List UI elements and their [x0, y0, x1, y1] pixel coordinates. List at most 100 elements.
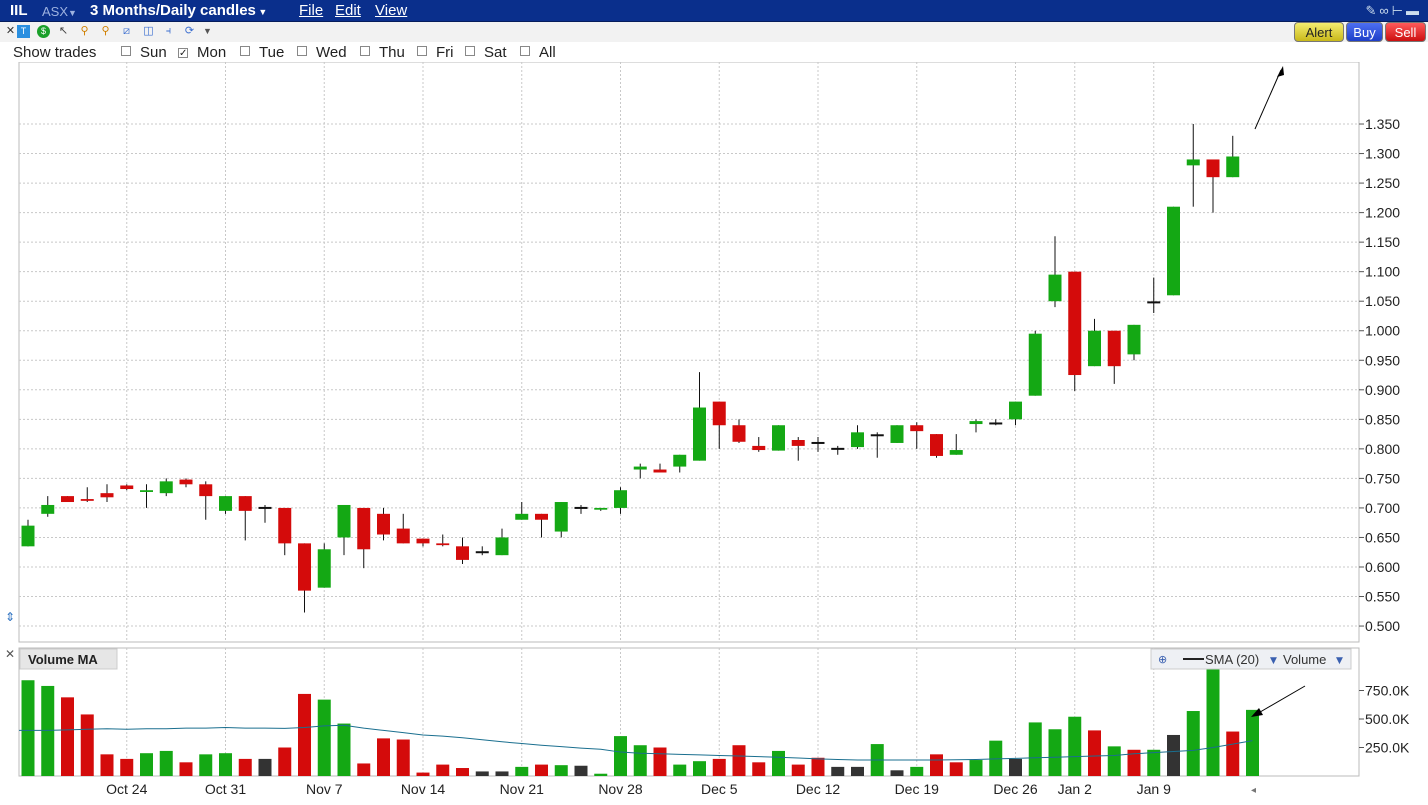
checkbox-thu[interactable]: Thu — [360, 44, 405, 61]
volume-bar — [614, 736, 627, 776]
candle-body — [21, 525, 35, 547]
chevron-down-icon[interactable]: ▼ — [1336, 656, 1343, 666]
volume-bar — [1226, 731, 1240, 776]
exchange-selector[interactable]: ASX▼ — [42, 4, 77, 19]
volume-bar — [1167, 734, 1180, 776]
candle-body — [396, 528, 410, 544]
volume-bar — [258, 758, 272, 776]
refresh-icon[interactable]: ⟳ — [183, 25, 196, 38]
chart-toolbar: ✕ T $ ↖ ⚲ ⚲ ⧄ ◫ ⫞ ⟳ ▼ — [0, 22, 1428, 42]
price-tick-label: 1.150 — [1365, 234, 1400, 250]
checkbox-fri[interactable]: Fri — [417, 44, 454, 61]
volume-bar — [1048, 729, 1062, 776]
menu-file[interactable]: File — [299, 2, 323, 19]
volume-bar — [337, 723, 351, 776]
text-icon[interactable]: T — [17, 25, 30, 38]
price-tick-label: 1.050 — [1365, 293, 1400, 309]
zoom-in-icon[interactable]: ⚲ — [78, 25, 91, 38]
volume-bar — [594, 773, 608, 776]
date-tick-label: Nov 21 — [500, 781, 545, 797]
pin-icon[interactable]: ⊢ — [1392, 3, 1406, 18]
sell-button[interactable]: Sell — [1385, 22, 1426, 42]
checkbox-mon[interactable]: ✓ Mon — [178, 44, 226, 61]
price-tick-label: 1.300 — [1365, 146, 1400, 162]
period-selector[interactable]: 3 Months/Daily candles ▼ — [90, 2, 267, 19]
volume-tick-label: 500.0K — [1365, 711, 1410, 727]
zoom-out-icon[interactable]: ⚲ — [99, 25, 112, 38]
volume-bar — [357, 763, 371, 776]
checkbox-box — [360, 46, 370, 56]
price-tick-label: 0.650 — [1365, 529, 1400, 545]
candle-body — [357, 507, 371, 550]
chevron-down-icon[interactable]: ▼ — [1270, 656, 1277, 666]
candle-body — [1127, 324, 1141, 355]
date-tick-label: Jan 9 — [1137, 781, 1171, 797]
title-bar: IIL ASX▼ 3 Months/Daily candles ▼ File E… — [0, 0, 1428, 22]
candle-body — [594, 507, 608, 510]
close-icon[interactable]: ✕ — [4, 25, 17, 38]
checkbox-box — [121, 46, 131, 56]
volume-axis: 250.0K 500.0K 750.0K — [1359, 683, 1410, 756]
volume-bar — [80, 714, 94, 776]
price-tick-label: 0.900 — [1365, 382, 1400, 398]
wrench-icon[interactable]: ✎ — [1365, 3, 1379, 18]
buy-button[interactable]: Buy — [1346, 22, 1383, 42]
price-axis: 0.500 0.550 0.600 0.650 0.700 0.750 0.800 0.850… — [1359, 116, 1400, 634]
chevron-down-icon[interactable]: ▼ — [201, 25, 214, 38]
volume-bar — [673, 764, 687, 776]
minimize-icon[interactable]: ▬ — [1406, 3, 1422, 18]
alert-button[interactable]: Alert — [1294, 22, 1344, 42]
candle-body — [495, 537, 509, 556]
split-icon[interactable]: ◫ — [142, 25, 155, 38]
price-tick-label: 0.950 — [1365, 352, 1400, 368]
volume-bar — [317, 699, 331, 776]
link-icon[interactable]: ∞ — [1379, 3, 1391, 18]
checkbox-tue[interactable]: Tue — [240, 44, 284, 61]
crosshair-icon[interactable]: ⫞ — [162, 25, 175, 38]
volume-bar — [495, 771, 509, 776]
checkbox-sat[interactable]: Sat — [465, 44, 507, 61]
volume-bar — [890, 770, 904, 776]
volume-bar — [140, 753, 153, 776]
legend-settings-icon[interactable]: ⊕ — [1158, 653, 1167, 666]
volume-bar — [1186, 711, 1200, 776]
exchange-label: ASX — [42, 4, 69, 19]
checkbox-label: All — [539, 44, 556, 61]
candle-body — [1088, 330, 1101, 367]
volume-bar — [515, 766, 529, 776]
volume-bar — [772, 750, 785, 776]
legend-sma[interactable]: SMA (20) — [1205, 652, 1259, 667]
price-volume-chart[interactable]: 0.500 0.550 0.600 0.650 0.700 0.750 0.800 0.850… — [0, 62, 1428, 805]
checkbox-label: Mon — [197, 44, 227, 61]
menu-view[interactable]: View — [375, 2, 407, 19]
menu-edit[interactable]: Edit — [335, 2, 361, 19]
candle-body — [752, 445, 766, 451]
candle-body — [969, 421, 983, 425]
candle-body — [1068, 271, 1082, 376]
cursor-icon[interactable]: ↖ — [57, 25, 70, 38]
draw-line-icon[interactable]: ⧄ — [120, 25, 133, 38]
volume-bar — [732, 745, 746, 776]
candle-body — [712, 401, 726, 426]
volume-bar — [633, 745, 647, 776]
scroll-right-icon[interactable]: ◂ — [1251, 785, 1256, 796]
checkbox-sun[interactable]: Sun — [121, 44, 167, 61]
volume-bar — [811, 757, 825, 776]
volume-bar — [278, 747, 292, 776]
price-tick-label: 1.100 — [1365, 264, 1400, 280]
symbol-label[interactable]: IIL — [10, 2, 28, 19]
dollar-icon[interactable]: $ — [37, 25, 50, 38]
candle-body — [693, 407, 706, 461]
volume-bar — [120, 758, 134, 776]
candle-body — [1009, 401, 1022, 420]
legend-volume[interactable]: Volume — [1283, 652, 1326, 667]
volume-bar — [1246, 709, 1259, 776]
candle-body — [614, 490, 627, 508]
candle-body — [179, 479, 193, 485]
checkbox-wed[interactable]: Wed — [297, 44, 347, 61]
checkbox-all[interactable]: All — [520, 44, 556, 61]
volume-tick-label: 250.0K — [1365, 740, 1410, 756]
checkbox-label: Thu — [379, 44, 405, 61]
volume-bar — [535, 764, 548, 776]
candle-body — [554, 502, 568, 532]
